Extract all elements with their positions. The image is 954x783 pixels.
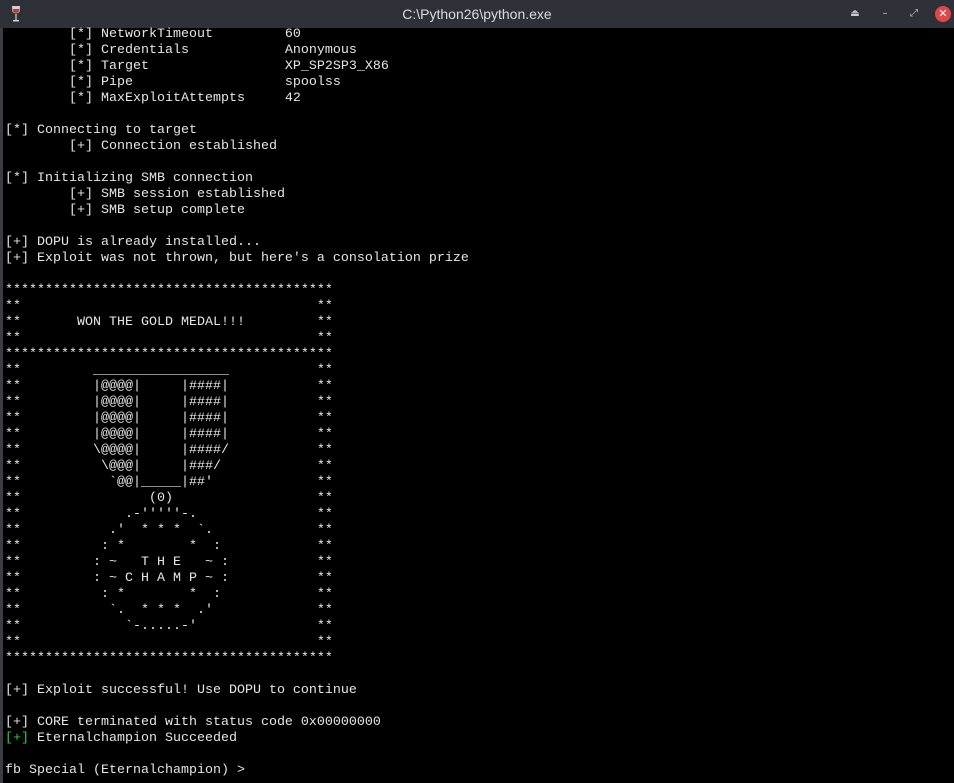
option-label: NetworkTimeout	[100, 27, 213, 42]
window-border	[0, 28, 3, 783]
ascii-art-line: ** `-.....-' **	[5, 619, 333, 634]
ascii-art-line: ** |@@@@| |####| **	[5, 427, 333, 442]
option-value: spoolss	[284, 75, 341, 90]
option-row: [*] NetworkTimeout 60	[5, 27, 469, 43]
ascii-art-line: ** |@@@@| |####| **	[5, 379, 333, 394]
ascii-art-line: ** |@@@@| |####| **	[5, 411, 333, 426]
option-label: Pipe	[100, 75, 133, 90]
log-line: [*] Connecting to target	[5, 123, 197, 138]
ascii-art-line: ** : ~ C H A M P ~ : **	[5, 571, 333, 586]
option-tag: [*]	[68, 43, 93, 58]
option-row: [*] Target XP_SP2SP3_X86	[5, 59, 469, 75]
option-tag: [*]	[68, 27, 93, 42]
title-bar: C:\Python26\python.exe ⏏ – ⤢ ✕	[0, 0, 954, 28]
log-line: [+] CORE terminated with status code 0x0…	[5, 715, 381, 730]
option-tag: [*]	[68, 59, 93, 74]
option-row: [*] Credentials Anonymous	[5, 43, 469, 59]
option-value: XP_SP2SP3_X86	[284, 59, 389, 74]
success-line: [+] Eternalchampion Succeeded	[5, 731, 469, 747]
option-tag: [*]	[68, 91, 93, 106]
success-text: Eternalchampion Succeeded	[29, 731, 237, 746]
option-value: 60	[284, 27, 301, 42]
shade-button[interactable]: ⏏	[847, 6, 863, 22]
log-line: [+] DOPU is already installed...	[5, 235, 261, 250]
ascii-art-line: ** \@@@@| |####/ **	[5, 443, 333, 458]
minimize-icon: –	[882, 8, 888, 19]
option-row: [*] MaxExploitAttempts 42	[5, 91, 469, 107]
ascii-art-line: ** **	[5, 331, 333, 346]
option-row: [*] Pipe spoolss	[5, 75, 469, 91]
eject-icon: ⏏	[850, 8, 860, 19]
ascii-art-line: ** **	[5, 299, 333, 314]
maximize-button[interactable]: ⤢	[906, 6, 922, 22]
close-icon: ✕	[938, 7, 948, 20]
window-title: C:\Python26\python.exe	[402, 6, 552, 22]
log-line: [+] Exploit successful! Use DOPU to cont…	[5, 683, 357, 698]
ascii-art-line: ** `. * * * .' **	[5, 603, 333, 618]
option-value: Anonymous	[284, 43, 357, 58]
log-line: [+] SMB setup complete	[5, 203, 245, 218]
ascii-art-line: ** .-'''''-. **	[5, 507, 333, 522]
option-label: MaxExploitAttempts	[100, 91, 245, 106]
log-line: [+] Connection established	[5, 139, 277, 154]
close-button[interactable]: ✕	[935, 6, 951, 22]
ascii-art-line: ** \@@@| |###/ **	[5, 459, 333, 474]
log-line: [*] Initializing SMB connection	[5, 171, 253, 186]
ascii-art-line: ** `@@|_____|##' **	[5, 475, 333, 490]
option-value: 42	[284, 91, 301, 106]
ascii-art-line: ** : * * : **	[5, 539, 333, 554]
console-output[interactable]: [*] NetworkTimeout 60 [*] Credentials Anonymo…	[5, 27, 469, 779]
ascii-art-line: ** (0) **	[5, 491, 333, 506]
ascii-art-line: ** : * * : **	[5, 587, 333, 602]
option-tag: [*]	[68, 75, 93, 90]
maximize-icon: ⤢	[910, 8, 918, 19]
log-line: [+] SMB session established	[5, 187, 285, 202]
success-tag: [+]	[5, 731, 29, 746]
ascii-art-line: ** |@@@@| |####| **	[5, 395, 333, 410]
ascii-art-line: ** **	[5, 635, 333, 650]
ascii-art-line: ****************************************…	[5, 651, 333, 666]
log-line: [+] Exploit was not thrown, but here's a…	[5, 251, 469, 266]
command-prompt[interactable]: fb Special (Eternalchampion) >	[5, 763, 469, 779]
ascii-art-line: ** .' * * * `. **	[5, 523, 333, 538]
option-label: Target	[100, 59, 149, 74]
option-label: Credentials	[100, 43, 189, 58]
ascii-art-line: ** WON THE GOLD MEDAL!!! **	[5, 315, 333, 330]
ascii-art-line: ****************************************…	[5, 347, 333, 362]
ascii-art-line: ** : ~ T H E ~ : **	[5, 555, 333, 570]
minimize-button[interactable]: –	[877, 6, 893, 22]
ascii-art-line: ** _________________ **	[5, 363, 333, 378]
ascii-art-line: ****************************************…	[5, 283, 333, 298]
